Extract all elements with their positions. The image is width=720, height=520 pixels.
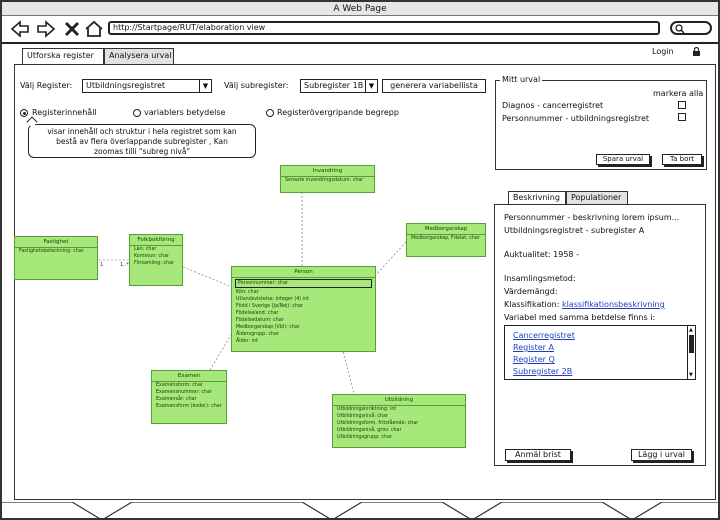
uml-class-utbildning[interactable]: Utbildning Utbildningsinriktning: int Ut… — [332, 394, 466, 448]
uml-class-title: Examen — [152, 371, 226, 382]
save-selection-button[interactable]: Spara urval — [596, 154, 650, 165]
classification-label: Klassifikation: — [504, 300, 560, 309]
list-scrollbar[interactable]: ▲ ▼ — [687, 326, 695, 379]
browser-window: A Web Page http://Startpage/RUT/elaborat… — [0, 0, 720, 520]
uml-attribute: Ålder: int — [236, 339, 258, 344]
uml-attribute: Examensform: char — [156, 383, 203, 388]
uml-attribute: Medborgarskap (Vbl): char — [236, 325, 300, 330]
selection-item: Diagnos - cancerregistret — [502, 101, 604, 110]
uml-attribute: Senaste invandringsdatum: char — [285, 178, 364, 183]
uml-attribute: Examensform (koder): char — [156, 404, 222, 409]
scroll-thumb[interactable] — [689, 335, 694, 353]
detail-description: Personnummer - beskrivning lorem ipsum..… — [504, 213, 680, 222]
detail-classification: Klassifikation: klassifikationsbeskrivni… — [504, 300, 665, 309]
scroll-down-icon[interactable]: ▼ — [689, 372, 693, 378]
uml-attribute: Utbildningsnivå, grov: char — [337, 428, 402, 433]
uml-class-title: Person — [232, 267, 375, 278]
uml-attribute: Födelsedatum: char — [236, 318, 284, 323]
uml-class-title: Medborgarskap — [407, 224, 485, 235]
list-item[interactable]: Register Q — [513, 355, 555, 364]
add-to-selection-button[interactable]: Lägg i urval — [631, 449, 692, 461]
uml-attribute: Medborgarskap, Fdelat: char — [411, 236, 480, 241]
detail-source: Utbildningsregistret - subregister A — [504, 226, 645, 235]
uml-attribute: Född i Sverige (Ja/Nej): char — [236, 304, 303, 309]
uml-attribute: Kommun: char — [134, 254, 169, 259]
remove-button[interactable]: Ta bort — [662, 154, 702, 165]
tab-beskrivning[interactable]: Beskrivning — [508, 191, 566, 205]
uml-class-title: Fastighet — [15, 237, 97, 248]
uml-class-medborgarskap[interactable]: Medborgarskap Medborgarskap, Fdelat: cha… — [406, 223, 486, 257]
report-defect-button[interactable]: Anmäl brist — [505, 449, 571, 461]
uml-class-invandring[interactable]: Invandring Senaste invandringsdatum: cha… — [280, 165, 375, 193]
list-item[interactable]: Cancerregistret — [513, 331, 575, 340]
list-item[interactable]: Register A — [513, 343, 554, 352]
uml-attribute: Utbildningsinriktning: int — [337, 407, 397, 412]
uml-attribute-selected[interactable]: Personnummer: char — [235, 279, 372, 288]
detail-actuality: Auktualitet: 1958 - — [504, 250, 579, 259]
uml-attribute: Utbildningsgrupp: char — [337, 435, 392, 440]
list-item[interactable]: Subregister 2B — [513, 367, 572, 376]
uml-attribute: Examensår: char — [156, 397, 197, 402]
uml-attribute: Utbildningsform, fritstående: char — [337, 421, 419, 426]
uml-class-fastighet[interactable]: Fastighet Fastighetsbeteckning: char — [14, 236, 98, 280]
uml-attribute: Utbildningsnivå: char — [337, 414, 388, 419]
uml-class-title: Invandring — [281, 166, 374, 177]
same-meaning-label: Variabel med samma betdelse finns i: — [504, 313, 656, 322]
uml-attribute: Fastighetsbeteckning: char — [19, 249, 84, 254]
selection-item-checkbox[interactable] — [678, 113, 686, 121]
same-meaning-list[interactable]: Cancerregistret Register A Register Q Su… — [504, 325, 696, 380]
uml-class-examen[interactable]: Examen Examensform: char Examensnummer: … — [151, 370, 227, 424]
uml-attribute: Examensnummer: char — [156, 390, 212, 395]
uml-class-title: Utbildning — [333, 395, 465, 406]
uml-class-person[interactable]: Person Personnummer: char Kön: char Utla… — [231, 266, 376, 352]
mark-all-label: markera alla — [653, 89, 704, 98]
torn-page-edge — [2, 502, 720, 520]
my-selection-legend: Mitt urval — [500, 75, 543, 84]
uml-attribute: Åldersgrupp: char — [236, 332, 279, 337]
selection-item-checkbox[interactable] — [678, 101, 686, 109]
classification-link[interactable]: klassifikationsbeskrivning — [562, 300, 665, 309]
uml-class-folkbokforing[interactable]: Folkbokföring Län: char Kommun: char För… — [129, 234, 183, 286]
uml-attribute: Kön: char — [236, 290, 259, 295]
uml-attribute: Utlandsvistelse: integer (4) int — [236, 297, 309, 302]
multiplicity-label: 1 — [100, 262, 103, 268]
uml-attribute: Församling: char — [134, 261, 175, 266]
multiplicity-label: 1..* — [120, 262, 129, 268]
detail-method: Insamlingsmetod: — [504, 274, 576, 283]
uml-class-title: Folkbokföring — [130, 235, 182, 246]
detail-valueset: Värdemängd: — [504, 287, 558, 296]
scroll-up-icon[interactable]: ▲ — [689, 327, 693, 333]
tab-populationer[interactable]: Populationer — [566, 191, 628, 205]
uml-attribute: Födelseland: char — [236, 311, 279, 316]
uml-attribute: Län: char — [134, 247, 157, 252]
selection-item: Personnummer - utbildningsregistret — [502, 114, 650, 123]
